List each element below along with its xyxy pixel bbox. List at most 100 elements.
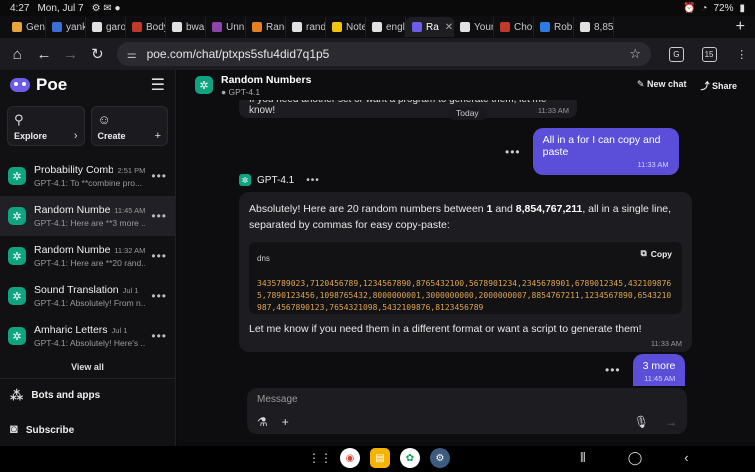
chat-bot-name-text: GPT-4.1 xyxy=(228,86,261,97)
url-bar[interactable]: ⚌ poe.com/chat/ptxps5sfu4did7q1p5 ☆ xyxy=(116,42,652,66)
conversation-top: Probability Comb...2:51 PM xyxy=(34,164,145,176)
create-button[interactable]: ☺ Create + xyxy=(90,106,168,146)
browser-tab[interactable]: Chop xyxy=(494,17,534,37)
photos-app-icon[interactable]: ✿ xyxy=(400,448,420,468)
bookmark-star-icon[interactable]: ☆ xyxy=(629,46,641,62)
new-chat-button[interactable]: ✎ New chat xyxy=(637,79,687,92)
share-button[interactable]: ⤴ Share xyxy=(700,79,737,92)
gpt-bot-icon: ✲ xyxy=(8,247,26,265)
system-nav-bar: ⋮⋮ ◉ ▤ ✿ ⚙ ⦀ ◯ ‹ xyxy=(0,446,755,472)
status-right: ⏰ ◔ 72% ▮ xyxy=(683,3,745,14)
more-menu-icon[interactable]: ⋮ xyxy=(728,44,755,64)
translate-icon[interactable]: G xyxy=(663,44,690,64)
gpt-bot-icon: ✲ xyxy=(195,76,213,94)
message-more-icon[interactable]: ••• xyxy=(306,175,320,186)
bot-name[interactable]: GPT-4.1 xyxy=(257,175,294,186)
conversation-item[interactable]: ✲ Amharic Letters Jul 1 GPT-4.1: Absolutely… xyxy=(0,316,175,356)
settings-sliders-icon[interactable]: ⚗ xyxy=(257,415,268,429)
conversation-time: 11:32 AM xyxy=(114,246,146,255)
explore-label: Explore xyxy=(14,131,48,141)
conversation-item[interactable]: ✲ Random Numbe...11:45 AM GPT-4.1: Here ar… xyxy=(0,196,175,236)
copy-button[interactable]: ⧉ Copy xyxy=(641,248,672,259)
chat-title: Random Numbers xyxy=(221,73,312,86)
chat-title-block[interactable]: Random Numbers ● GPT-4.1 xyxy=(221,74,311,97)
back-arrow-icon[interactable]: ← xyxy=(31,46,58,63)
forward-arrow-icon[interactable]: → xyxy=(57,46,84,63)
bot-intro-part: and xyxy=(492,203,516,215)
browser-tab[interactable]: Note xyxy=(326,17,366,37)
code-block: dns ⧉ Copy 3435789023,7120456789,12345678… xyxy=(249,242,682,314)
home-button-icon[interactable]: ◯ xyxy=(628,450,643,466)
browser-tab[interactable]: Unn xyxy=(206,17,246,37)
browser-tab[interactable]: Gene xyxy=(6,17,46,37)
conversation-title: Sound Translation xyxy=(34,284,119,296)
conversation-item[interactable]: ✲ Probability Comb...2:51 PM GPT-4.1: To *… xyxy=(0,156,175,196)
address-row: ⌂ ← → ↻ ⚌ poe.com/chat/ptxps5sfu4did7q1p… xyxy=(0,38,755,70)
tab-favicon-icon xyxy=(292,22,302,32)
tab-switcher-icon[interactable]: 15 xyxy=(696,44,723,64)
conversation-time: 2:51 PM xyxy=(117,166,146,175)
user-message-bubble: 3 more 11:45 AM xyxy=(632,354,686,386)
conversation-more-icon[interactable]: ••• xyxy=(151,249,167,263)
browser-tab[interactable]: Body xyxy=(126,17,166,37)
poe-logo-icon xyxy=(10,78,30,92)
message-input[interactable]: Message xyxy=(257,394,677,405)
message-more-icon[interactable]: ••• xyxy=(505,145,521,159)
bots-grid-icon: ⁂ xyxy=(10,387,24,403)
alarm-icon: ⏰ xyxy=(682,2,696,14)
microphone-icon[interactable]: 🎙︎ xyxy=(634,415,649,429)
browser-tab[interactable]: rand xyxy=(286,17,326,37)
tab-label: Your xyxy=(474,21,494,33)
view-all-link[interactable]: View all xyxy=(0,362,175,378)
bot-intro-bold: 8,854,767,211 xyxy=(515,203,583,215)
subscribe-link[interactable]: ◙ Subscribe xyxy=(0,412,175,436)
copy-label: Copy xyxy=(650,248,672,259)
browser-tab[interactable]: yank xyxy=(46,17,86,37)
conversation-more-icon[interactable]: ••• xyxy=(151,169,167,183)
conversation-more-icon[interactable]: ••• xyxy=(151,289,167,303)
browser-tab[interactable]: Ra ✕ xyxy=(406,17,454,37)
browser-tab[interactable]: bwa xyxy=(166,17,206,37)
conversation-more-icon[interactable]: ••• xyxy=(151,209,167,223)
search-icon: ⚲ xyxy=(14,112,24,127)
home-icon[interactable]: ⌂ xyxy=(4,46,31,63)
conversation-preview: GPT-4.1: Here are **3 more ... xyxy=(34,218,146,228)
browser-tab[interactable]: engl xyxy=(366,17,406,37)
conversation-item[interactable]: ✲ Sound Translation Jul 1 GPT-4.1: Absolute… xyxy=(0,276,175,316)
tab-close-icon[interactable]: ✕ xyxy=(445,22,453,33)
conversation-item[interactable]: ✲ Random Numbe...11:32 AM GPT-4.1: Here ar… xyxy=(0,236,175,276)
explore-button[interactable]: ⚲ Explore › xyxy=(7,106,85,146)
conversation-body: Probability Comb...2:51 PM GPT-4.1: To **… xyxy=(34,164,145,188)
conversation-more-icon[interactable]: ••• xyxy=(151,329,167,343)
app-drawer-icon[interactable]: ⋮⋮ xyxy=(308,448,332,468)
browser-tab[interactable]: Your xyxy=(454,17,494,37)
site-settings-icon[interactable]: ⚌ xyxy=(127,48,137,61)
gpt-bot-icon: ✲ xyxy=(8,287,26,305)
bots-and-apps-link[interactable]: ⁂ Bots and apps xyxy=(0,378,175,412)
browser-tab[interactable]: 8,85 xyxy=(574,17,614,37)
new-tab-button[interactable]: + xyxy=(736,18,745,36)
status-time: 4:27 xyxy=(10,2,30,14)
chrome-icon[interactable]: ◉ xyxy=(340,448,360,468)
conversation-top: Amharic Letters Jul 1 xyxy=(34,324,145,336)
url-text: poe.com/chat/ptxps5sfu4did7q1p5 xyxy=(146,47,330,61)
tab-favicon-icon xyxy=(580,22,590,32)
attach-plus-icon[interactable]: + xyxy=(282,415,289,429)
browser-tab[interactable]: Robl xyxy=(534,17,574,37)
reload-icon[interactable]: ↻ xyxy=(84,45,111,63)
notes-app-icon[interactable]: ▤ xyxy=(370,448,390,468)
hamburger-menu-icon[interactable]: ☰ xyxy=(151,75,165,95)
conversation-title: Random Numbe... xyxy=(34,244,111,256)
system-back-icon[interactable]: ‹ xyxy=(684,450,688,466)
conversation-time: Jul 1 xyxy=(122,286,139,295)
tab-favicon-icon xyxy=(540,22,550,32)
message-more-icon[interactable]: ••• xyxy=(605,363,621,377)
send-arrow-icon[interactable]: → xyxy=(665,415,677,429)
browser-tab[interactable]: Rand xyxy=(246,17,286,37)
chat-bot-name: ● GPT-4.1 xyxy=(221,86,261,97)
browser-tab[interactable]: garo xyxy=(86,17,126,37)
tab-favicon-icon xyxy=(132,22,142,32)
settings-app-icon[interactable]: ⚙ xyxy=(430,448,450,468)
recents-icon[interactable]: ⦀ xyxy=(580,450,586,466)
tab-favicon-icon xyxy=(52,22,62,32)
